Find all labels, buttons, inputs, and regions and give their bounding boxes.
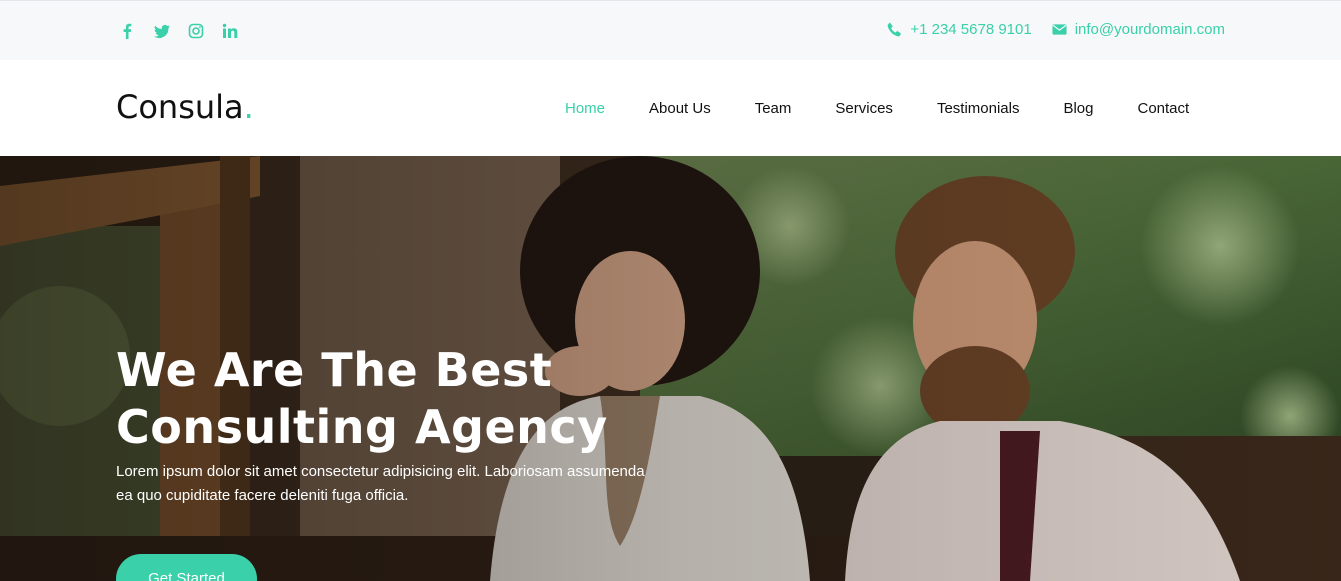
twitter-icon [154,24,170,39]
linkedin-icon [222,23,238,38]
twitter-link[interactable] [152,19,186,43]
nav-item-testimonials[interactable]: Testimonials [915,100,1042,117]
hero-description-line-2: ea quo cupiditate facere deleniti fuga o… [116,487,409,504]
nav-menu: Home About Us Team Services Testimonials… [543,100,1211,117]
nav-item-home[interactable]: Home [543,100,627,117]
hero-section: We Are The Best Consulting Agency Lorem … [0,156,1341,581]
facebook-link[interactable] [118,19,152,43]
nav-item-contact[interactable]: Contact [1116,100,1212,117]
envelope-icon [1052,24,1067,35]
main-navbar: Consula. Home About Us Team Services Tes… [0,60,1341,156]
hero-description-line-1: Lorem ipsum dolor sit amet consectetur a… [116,463,645,480]
nav-item-team[interactable]: Team [733,100,814,117]
hero-title-line-1: We Are The Best [116,343,553,397]
phone-contact[interactable]: +1 234 5678 9101 [887,21,1032,38]
facebook-icon [123,23,132,39]
nav-item-about-us[interactable]: About Us [627,100,733,117]
instagram-icon [188,23,204,39]
brand-name: Consula [116,88,244,126]
social-links [118,19,254,43]
get-started-button[interactable]: Get Started [116,554,257,581]
hero-title-line-2: Consulting Agency [116,400,608,454]
phone-number: +1 234 5678 9101 [910,21,1032,38]
email-contact[interactable]: info@yourdomain.com [1052,21,1225,38]
contact-info: +1 234 5678 9101 info@yourdomain.com [867,21,1225,38]
instagram-link[interactable] [186,19,220,43]
nav-item-services[interactable]: Services [813,100,915,117]
hero-description: Lorem ipsum dolor sit amet consectetur a… [116,460,661,508]
nav-item-blog[interactable]: Blog [1041,100,1115,117]
linkedin-link[interactable] [220,19,254,43]
brand-logo[interactable]: Consula. [116,88,254,126]
phone-icon [887,22,902,37]
top-bar: +1 234 5678 9101 info@yourdomain.com [0,0,1341,60]
brand-dot: . [243,88,254,126]
hero-title: We Are The Best Consulting Agency [116,342,756,456]
email-address: info@yourdomain.com [1074,21,1225,38]
